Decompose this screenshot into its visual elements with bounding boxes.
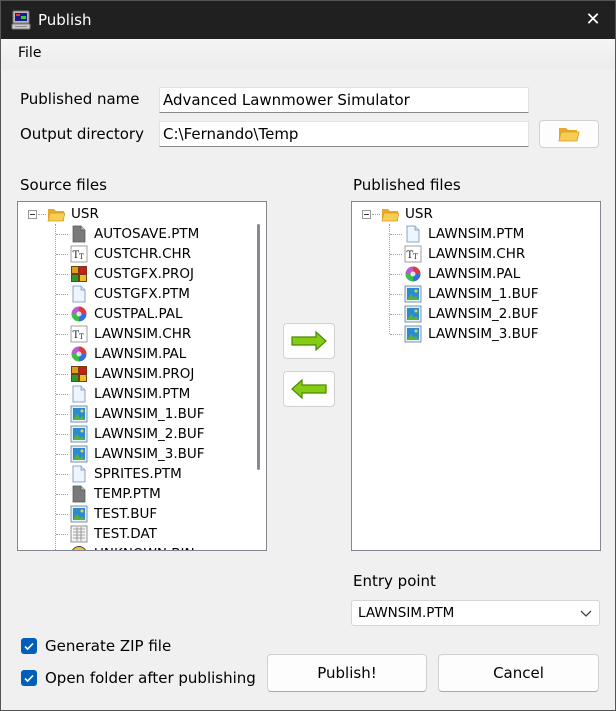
- title-bar: Publish ✕: [1, 1, 615, 39]
- file-name: UNKNOWN.BIN: [94, 544, 195, 550]
- palette-icon: [71, 346, 87, 362]
- palette-icon: [71, 306, 87, 322]
- open-folder-icon: [47, 209, 65, 222]
- file-name: TEST.DAT: [94, 526, 157, 542]
- doc-blue-icon: [406, 225, 420, 243]
- window-title: Publish: [38, 11, 92, 29]
- file-name: SPRITES.PTM: [94, 466, 182, 482]
- svg-text:?: ?: [76, 549, 82, 552]
- file-name: LAWNSIM_3.BUF: [94, 446, 205, 462]
- arrow-right-icon: [291, 330, 327, 352]
- checkmark-icon: [24, 674, 34, 683]
- open-folder-checkbox[interactable]: [21, 670, 37, 686]
- file-name: LAWNSIM_1.BUF: [94, 406, 205, 422]
- collapse-toggle[interactable]: [28, 210, 37, 219]
- chevron-down-icon: [580, 610, 592, 617]
- published-name-label: Published name: [20, 90, 140, 108]
- menu-bar: File: [1, 39, 615, 69]
- file-name: CUSTPAL.PAL: [94, 306, 183, 322]
- file-name: LAWNSIM_1.BUF: [428, 286, 539, 302]
- entry-point-select[interactable]: LAWNSIM.PTM: [351, 600, 600, 626]
- doc-gray-icon: [72, 225, 86, 243]
- unknown-icon: ?: [72, 546, 86, 552]
- project-icon: [71, 266, 87, 282]
- doc-gray-icon: [72, 485, 86, 503]
- image-buffer-icon: [70, 505, 88, 523]
- svg-text:T: T: [413, 253, 418, 261]
- file-name: CUSTGFX.PROJ: [94, 266, 195, 282]
- image-buffer-icon: [70, 405, 88, 423]
- entry-point-label: Entry point: [353, 572, 436, 590]
- arrow-left-icon: [291, 378, 327, 400]
- entry-point-value: LAWNSIM.PTM: [358, 605, 455, 621]
- file-name: CUSTGFX.PTM: [94, 286, 190, 302]
- file-name: LAWNSIM_2.BUF: [94, 426, 205, 442]
- file-name: LAWNSIM.CHR: [428, 246, 526, 262]
- file-name: LAWNSIM.PTM: [94, 386, 191, 402]
- publish-dialog: Publish ✕ File Published name Advanced L…: [0, 0, 616, 711]
- palette-icon: [405, 266, 421, 282]
- source-files-label: Source files: [20, 176, 107, 194]
- font-tt-icon: TT: [70, 245, 88, 263]
- file-name: LAWNSIM.PTM: [428, 226, 525, 242]
- font-tt-icon: TT: [404, 245, 422, 263]
- file-name: LAWNSIM.PAL: [94, 346, 187, 362]
- doc-blue-icon: [72, 385, 86, 403]
- cancel-button[interactable]: Cancel: [438, 654, 599, 692]
- image-buffer-icon: [404, 285, 422, 303]
- published-files-tree[interactable]: USR LAWNSIM.PTM T T LAWNSIM.CHR LAWNSIM.PAL L…: [351, 201, 601, 551]
- project-icon: [71, 366, 87, 382]
- checkmark-icon: [24, 642, 34, 651]
- add-to-published-button[interactable]: [283, 323, 335, 359]
- file-name: AUTOSAVE.PTM: [94, 226, 200, 242]
- browse-folder-button[interactable]: [539, 120, 599, 148]
- publish-button[interactable]: Publish!: [267, 654, 427, 692]
- generate-zip-label: Generate ZIP file: [45, 637, 172, 655]
- scrollbar-thumb[interactable]: [257, 224, 260, 470]
- file-name: LAWNSIM_3.BUF: [428, 326, 539, 342]
- image-buffer-icon: [70, 445, 88, 463]
- published-files-label: Published files: [353, 176, 461, 194]
- data-icon: [70, 525, 88, 543]
- published-name-input[interactable]: Advanced Lawnmower Simulator: [159, 87, 529, 113]
- collapse-toggle[interactable]: [362, 210, 371, 219]
- file-name: TEST.BUF: [94, 506, 158, 522]
- svg-text:T: T: [79, 333, 84, 341]
- file-name: LAWNSIM.CHR: [94, 326, 192, 342]
- source-files-tree[interactable]: USR AUTOSAVE.PTM T T CUSTCHR.CHR CUSTGFX.PRO…: [17, 201, 267, 551]
- file-name: TEMP.PTM: [94, 486, 161, 502]
- open-folder-label: Open folder after publishing: [45, 669, 256, 687]
- generate-zip-checkbox[interactable]: [21, 638, 37, 654]
- font-tt-icon: TT: [70, 325, 88, 343]
- image-buffer-icon: [70, 425, 88, 443]
- remove-from-published-button[interactable]: [283, 371, 335, 407]
- output-directory-label: Output directory: [20, 125, 144, 143]
- svg-text:T: T: [79, 253, 84, 261]
- output-directory-input[interactable]: C:\Fernando\Temp: [159, 121, 529, 147]
- app-computer-icon: [11, 10, 31, 30]
- file-name: LAWNSIM.PROJ: [94, 366, 195, 382]
- image-buffer-icon: [404, 325, 422, 343]
- doc-blue-icon: [72, 285, 86, 303]
- close-button[interactable]: ✕: [571, 1, 615, 39]
- open-folder-icon: [381, 209, 399, 222]
- file-name: LAWNSIM_2.BUF: [428, 306, 539, 322]
- menu-file[interactable]: File: [18, 45, 41, 61]
- file-name: LAWNSIM.PAL: [428, 266, 521, 282]
- open-folder-icon: [558, 128, 580, 142]
- file-name: CUSTCHR.CHR: [94, 246, 192, 262]
- image-buffer-icon: [404, 305, 422, 323]
- doc-blue-icon: [72, 465, 86, 483]
